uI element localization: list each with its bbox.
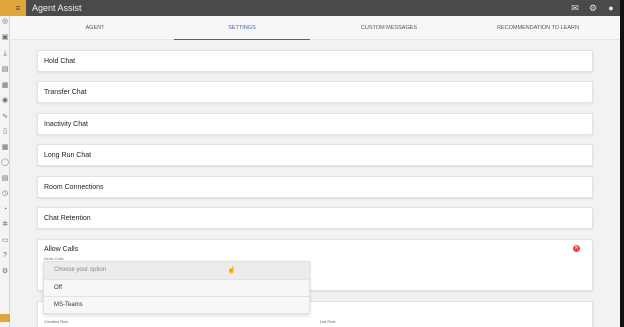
gear-icon[interactable]: ⚙: [588, 3, 598, 13]
rail-history-icon[interactable]: ◔: [1, 206, 9, 214]
section-hold-chat[interactable]: Hold Chat: [37, 50, 593, 72]
rail-gear-icon[interactable]: ⚙: [1, 268, 9, 276]
option-label: MS-Teams: [54, 302, 83, 308]
tab-custom-messages[interactable]: CUSTOM MESSAGES: [324, 16, 454, 40]
rail-chat-icon[interactable]: ◉: [1, 97, 9, 105]
section-label: Hold Chat: [44, 58, 76, 65]
right-edge: [620, 0, 624, 327]
rail-clock-icon[interactable]: ◷: [1, 190, 9, 198]
allow-calls-dropdown: Choose your option ☝ Off MS-Teams: [43, 261, 310, 314]
rail-calendar-icon[interactable]: ▦: [1, 82, 9, 90]
dropdown-option-off[interactable]: Off: [44, 279, 309, 296]
rail-activity-icon[interactable]: ∿: [1, 113, 9, 121]
dropdown-placeholder[interactable]: Choose your option ☝: [44, 262, 309, 279]
section-label: Room Connections: [44, 184, 104, 191]
rail-grid-icon[interactable]: ▦: [1, 144, 9, 152]
user-icon[interactable]: ●: [606, 3, 616, 13]
rail-home-icon[interactable]: ◎: [1, 18, 9, 26]
pointer-cursor-icon: ☝: [227, 267, 236, 274]
creation-rule-label: Creation Rule: [44, 319, 69, 324]
section-label: Allow Calls: [44, 246, 79, 253]
rail-message-icon[interactable]: ▤: [1, 66, 9, 74]
rail-bottom-accent: [0, 314, 10, 322]
tab-recommendation-to-learn[interactable]: RECOMMENDATION TO LEARN: [468, 16, 608, 40]
option-label: Off: [54, 285, 62, 291]
tab-agent[interactable]: AGENT: [50, 16, 140, 40]
section-label: Long Run Chat: [44, 152, 92, 159]
rail-panel-icon[interactable]: ▭: [1, 237, 9, 245]
app-title: Agent Assist: [32, 3, 82, 13]
close-icon[interactable]: ✕: [573, 245, 580, 252]
rail-top-accent: [0, 0, 10, 16]
section-label: Transfer Chat: [44, 89, 87, 96]
placeholder-text: Choose your option: [54, 267, 107, 273]
list-rule-label: List Rule: [320, 319, 336, 324]
section-long-run-chat[interactable]: Long Run Chat: [37, 144, 593, 166]
section-chat-retention[interactable]: Chat Retention: [37, 207, 593, 229]
mail-icon[interactable]: ✉: [570, 3, 580, 13]
rail-window-icon[interactable]: ▣: [1, 34, 9, 42]
section-label: Inactivity Chat: [44, 121, 88, 128]
rail-download-icon[interactable]: ⤓: [1, 50, 9, 58]
rail-settings-icon[interactable]: ✲: [1, 221, 9, 229]
tab-settings[interactable]: SETTINGS: [174, 16, 310, 40]
rail-doc-icon[interactable]: ▯: [1, 128, 9, 136]
rail-help-icon[interactable]: ?: [1, 252, 9, 260]
rail-support-icon[interactable]: ◯: [1, 159, 9, 167]
section-inactivity-chat[interactable]: Inactivity Chat: [37, 113, 593, 135]
section-room-connections[interactable]: Room Connections: [37, 176, 593, 198]
tab-bar: AGENT SETTINGS CUSTOM MESSAGES RECOMMEND…: [10, 16, 620, 40]
top-bar: ≡ Agent Assist ✉ ⚙ ●: [10, 0, 620, 16]
section-label: Chat Retention: [44, 215, 91, 222]
section-transfer-chat[interactable]: Transfer Chat: [37, 81, 593, 103]
rail-user-icon[interactable]: ▤: [1, 175, 9, 183]
dropdown-option-ms-teams[interactable]: MS-Teams: [44, 296, 309, 313]
hamburger-icon[interactable]: ≡: [10, 0, 26, 16]
left-rail: ◎ ▣ ⤓ ▤ ▦ ◉ ∿ ▯ ▦ ◯ ▤ ◷ ◔ ✲ ▭ ? ⚙: [0, 0, 10, 327]
settings-content: Hold Chat Transfer Chat Inactivity Chat …: [10, 40, 620, 327]
